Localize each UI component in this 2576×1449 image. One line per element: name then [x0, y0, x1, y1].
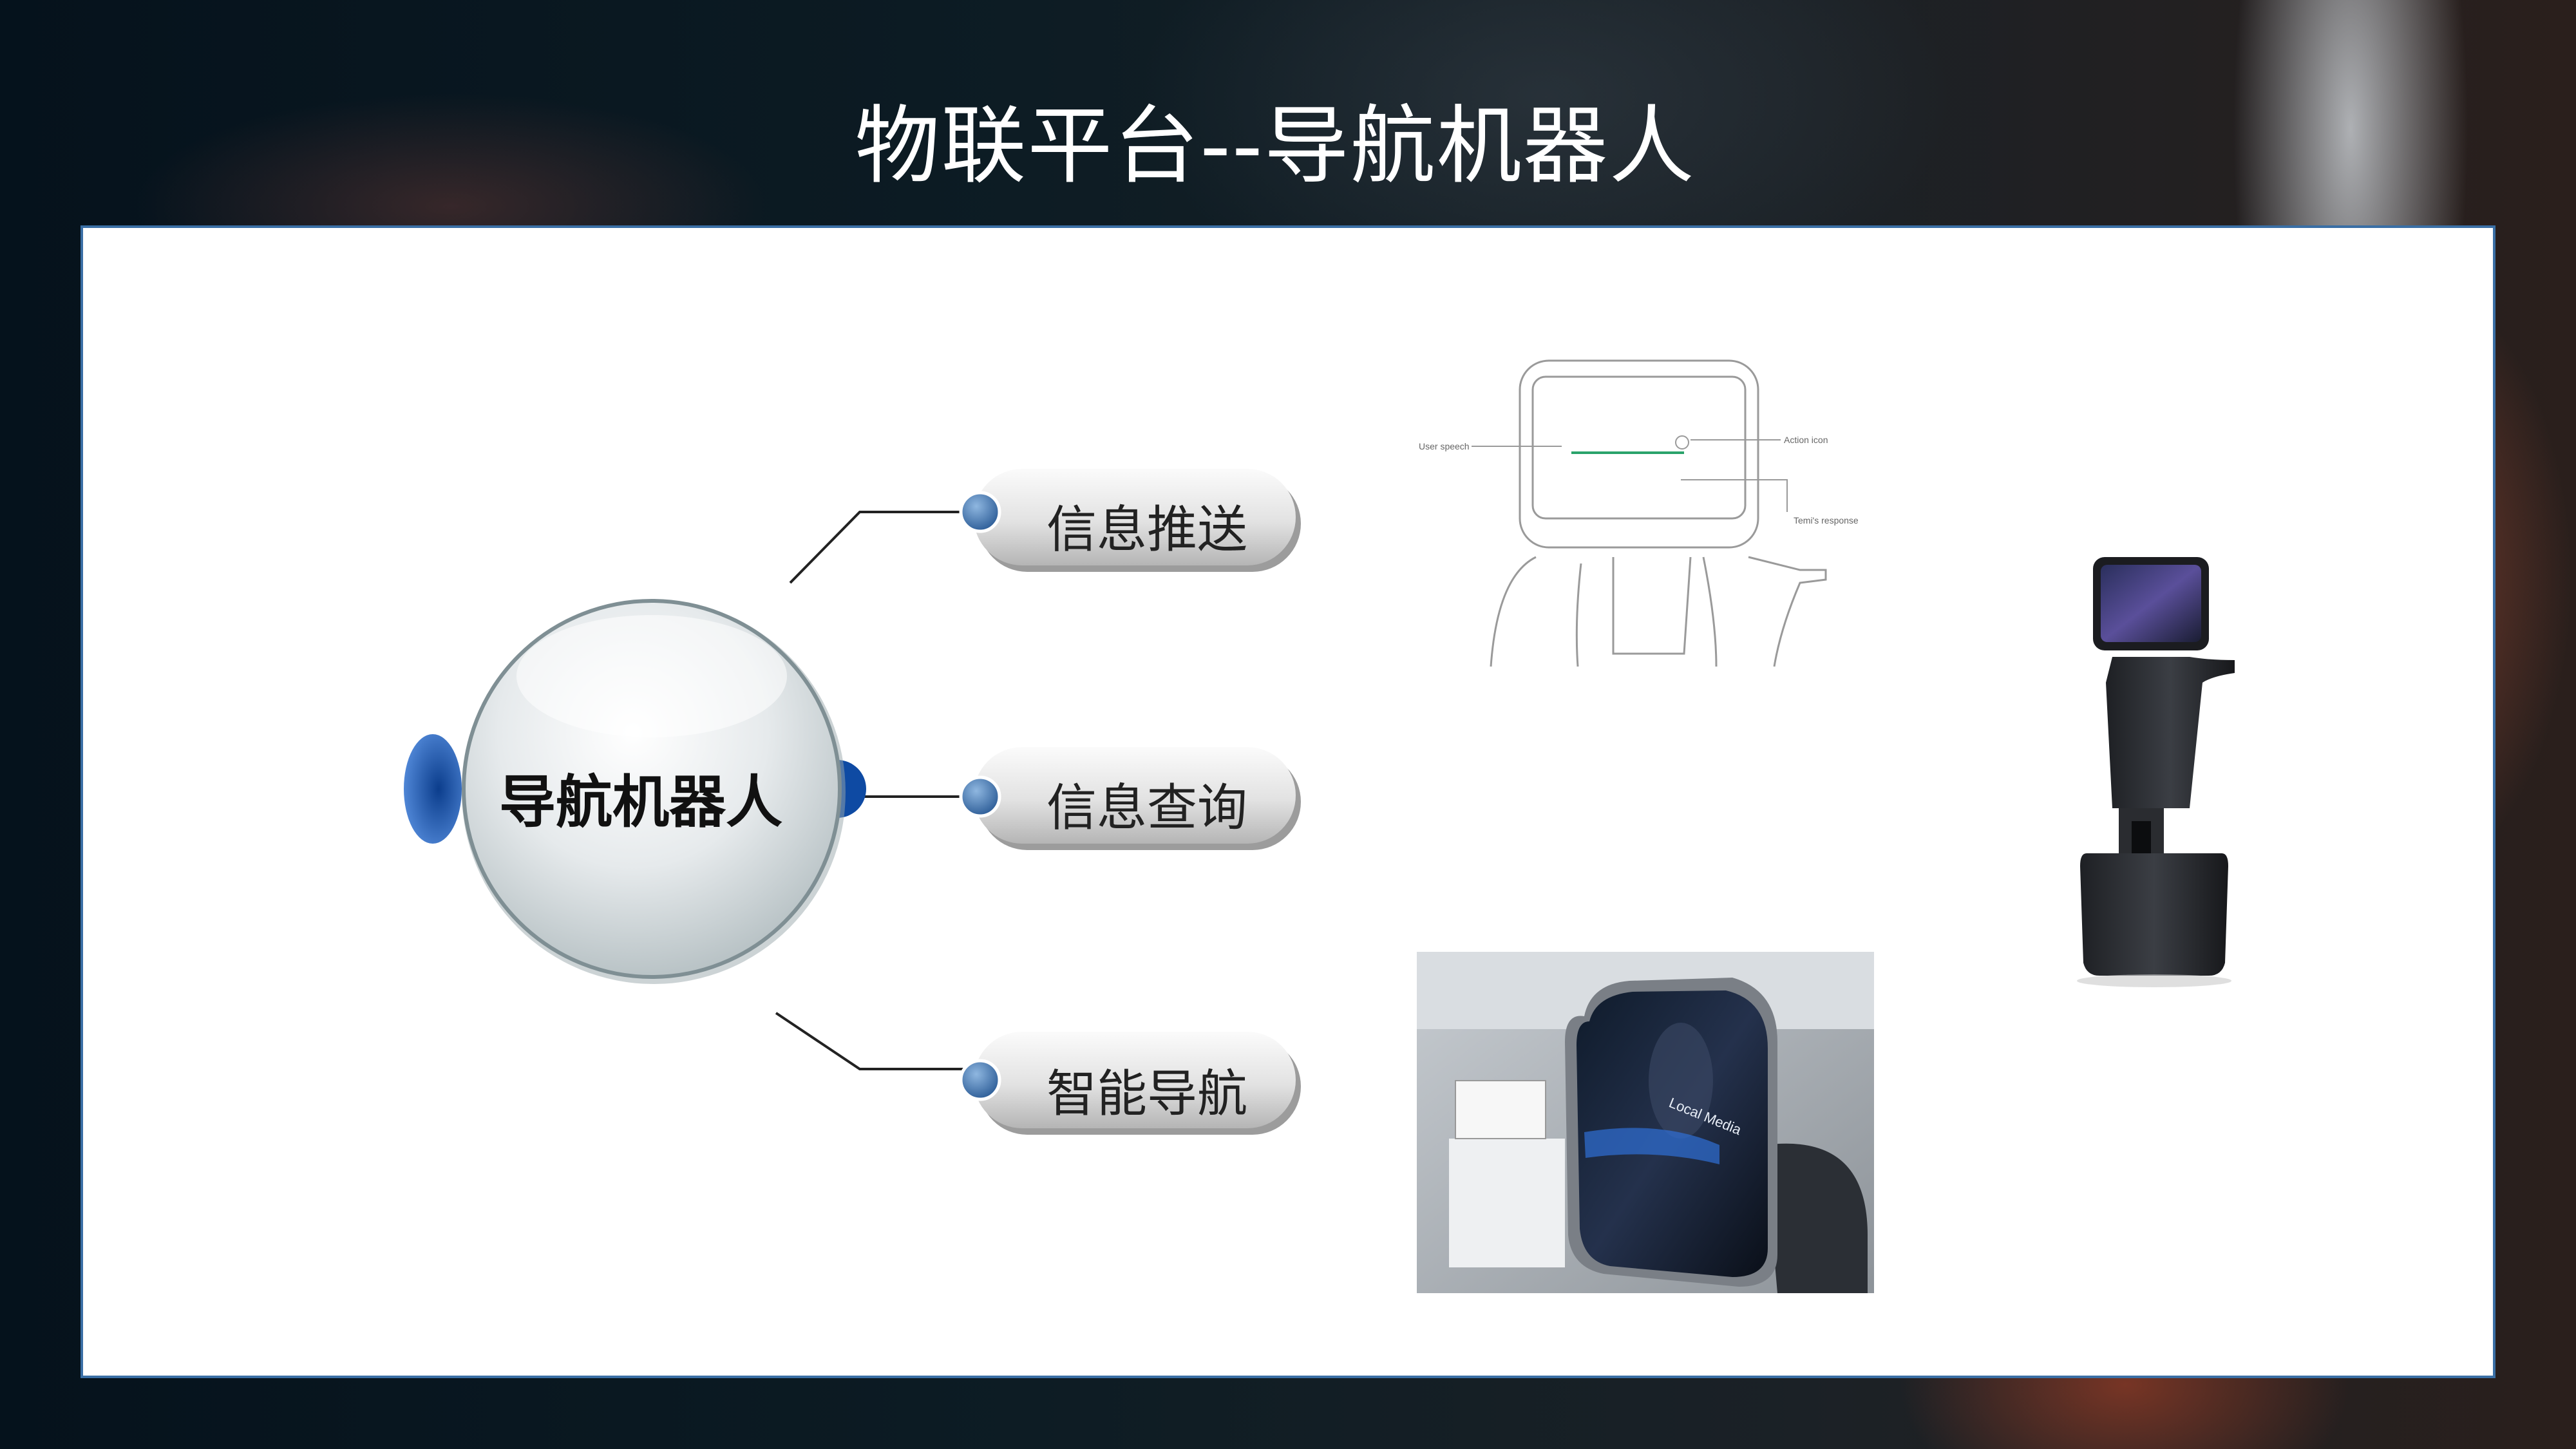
connector-top — [789, 511, 972, 584]
robot-screen-photo: Local Media — [1417, 952, 1874, 1293]
branch-label-info-push: 信息推送 — [1046, 501, 1248, 559]
pill-bottom-dot — [959, 1059, 1001, 1101]
callout-user-speech: User speech — [1419, 441, 1470, 451]
callout-response: Temi's response — [1794, 515, 1859, 526]
left-wing-shape — [404, 734, 462, 844]
robot-photo — [2077, 557, 2235, 987]
center-ball-highlight — [516, 615, 787, 737]
connector-bottom — [775, 1012, 972, 1070]
branch-label-info-query: 信息查询 — [1046, 779, 1248, 837]
branch-label-smart-nav: 智能导航 — [1046, 1065, 1248, 1123]
callout-action-icon: Action icon — [1784, 435, 1828, 445]
center-node-label: 导航机器人 — [499, 769, 783, 835]
pill-middle-dot — [959, 775, 1001, 818]
pill-top-dot — [959, 491, 1001, 533]
robot-sketch-image: User speech Action icon Temi's response — [1419, 359, 1859, 667]
